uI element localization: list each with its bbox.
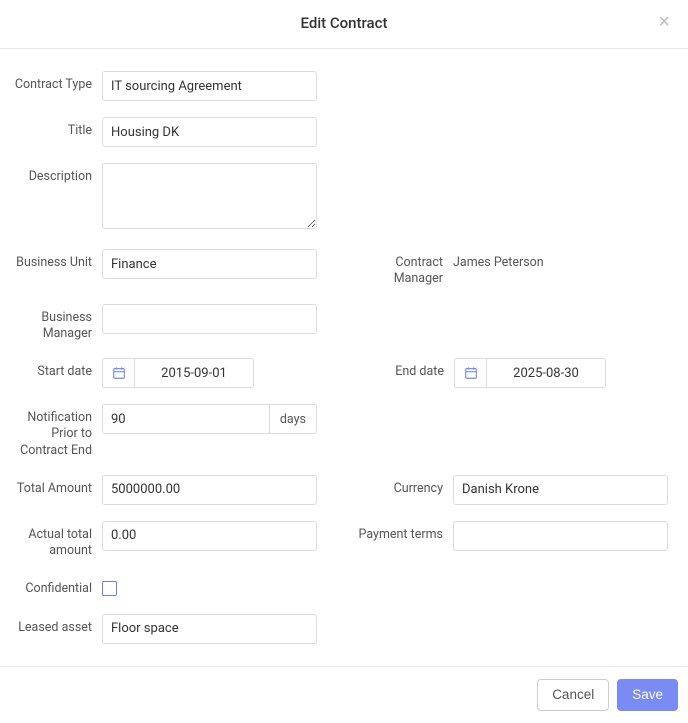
modal-body: Contract Type Title Description (0, 49, 688, 666)
payment-terms-input[interactable] (453, 521, 668, 551)
description-textarea[interactable] (102, 163, 317, 229)
title-label: Title (2, 117, 102, 139)
calendar-icon[interactable] (454, 358, 486, 388)
modal-header: Edit Contract × (0, 0, 688, 49)
start-date-input[interactable] (134, 358, 254, 388)
days-suffix: days (270, 404, 317, 434)
save-button[interactable]: Save (617, 679, 678, 711)
contract-manager-label: Contract Manager (353, 249, 453, 288)
end-date-input[interactable] (486, 358, 606, 388)
notification-days-input[interactable] (102, 404, 270, 434)
business-manager-input[interactable] (102, 304, 317, 334)
contract-manager-value: James Peterson (453, 249, 544, 270)
edit-contract-modal: Edit Contract × Contract Type Title (0, 0, 688, 723)
cancel-button[interactable]: Cancel (537, 679, 609, 711)
payment-terms-label: Payment terms (353, 521, 453, 543)
business-manager-label: Business Manager (2, 304, 102, 343)
modal-title: Edit Contract (301, 14, 388, 32)
calendar-icon[interactable] (102, 358, 134, 388)
currency-label: Currency (353, 475, 453, 497)
end-date-label: End date (354, 358, 454, 380)
start-date-label: Start date (2, 358, 102, 380)
contract-type-label: Contract Type (2, 71, 102, 93)
actual-total-amount-label: Actual total amount (2, 521, 102, 560)
contract-type-input[interactable] (102, 71, 317, 101)
total-amount-input[interactable] (102, 475, 317, 505)
close-button[interactable]: × (652, 10, 676, 34)
confidential-checkbox[interactable] (102, 581, 117, 596)
notification-prior-label: Notification Prior to Contract End (2, 404, 102, 459)
business-unit-label: Business Unit (2, 249, 102, 271)
description-label: Description (2, 163, 102, 185)
title-input[interactable] (102, 117, 317, 147)
leased-asset-label: Leased asset (2, 614, 102, 636)
business-unit-input[interactable] (102, 249, 317, 279)
leased-asset-input[interactable] (102, 614, 317, 644)
actual-total-amount-input[interactable] (102, 521, 317, 551)
modal-footer: Cancel Save (0, 666, 688, 723)
currency-input[interactable] (453, 475, 668, 505)
confidential-label: Confidential (2, 575, 102, 597)
total-amount-label: Total Amount (2, 475, 102, 497)
